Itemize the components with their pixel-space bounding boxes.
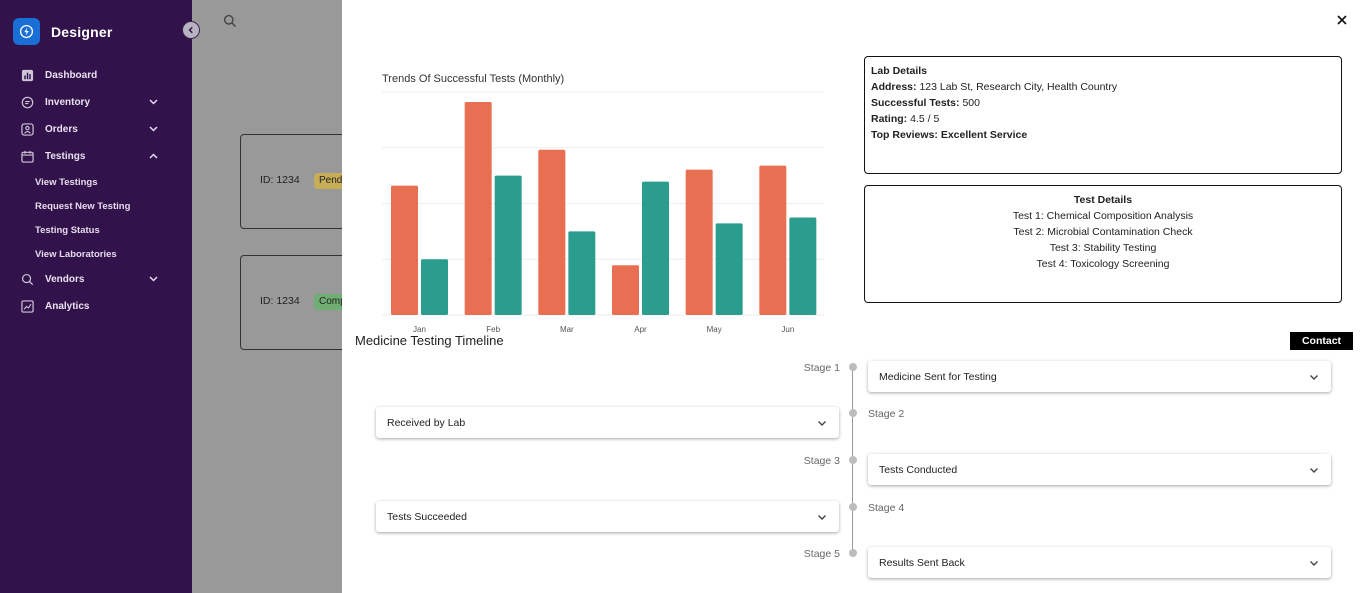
chart-bar — [391, 185, 418, 315]
test-item: Test 4: Toxicology Screening — [1036, 258, 1170, 270]
chevron-down-icon[interactable] — [817, 512, 827, 524]
chevron-down-icon[interactable] — [1309, 372, 1319, 384]
lab-address: Address: 123 Lab St, Research City, Heal… — [871, 81, 1118, 93]
sidebar-item-label: Vendors — [45, 274, 85, 285]
brand-name: Designer — [51, 23, 113, 40]
inventory-icon — [20, 96, 34, 110]
stage-title: Medicine Sent for Testing — [879, 370, 997, 383]
chevron-down-icon[interactable] — [817, 418, 827, 430]
lab-details-heading: Lab Details — [871, 65, 928, 77]
test-item: Test 3: Stability Testing — [1049, 242, 1157, 254]
sidebar-subitem-request-new-testing[interactable]: Request New Testing — [0, 194, 192, 218]
chart-bar — [685, 169, 713, 315]
chart-bar — [538, 149, 566, 315]
chart-title: Trends Of Successful Tests (Monthly) — [382, 73, 565, 85]
chart-bar — [494, 175, 522, 315]
stage-card-tests-conducted[interactable]: Tests Conducted — [868, 454, 1331, 485]
sidebar-item-label: Testings — [45, 151, 86, 162]
analytics-icon — [20, 300, 34, 314]
sidebar-item-testings[interactable]: Testings — [0, 143, 192, 170]
stage-label: Stage 5 — [803, 548, 840, 560]
sidebar-item-analytics[interactable]: Analytics — [0, 293, 192, 320]
card-id: ID: 1234 — [260, 295, 300, 307]
lab-rating: Rating: 4.5 / 5 — [871, 113, 940, 125]
chart-bar — [612, 265, 639, 315]
sidebar-item-inventory[interactable]: Inventory — [0, 89, 192, 116]
stage-title: Received by Lab — [387, 416, 466, 429]
sidebar-item-label: Dashboard — [45, 70, 98, 81]
testings-icon — [20, 150, 34, 164]
vendors-icon — [20, 273, 34, 287]
timeline-dot — [849, 409, 857, 417]
stage-card-results-sent-back[interactable]: Results Sent Back — [868, 547, 1331, 578]
stage-card-received-by-lab[interactable]: Received by Lab — [376, 407, 839, 438]
lab-successful-tests: Successful Tests: 500 — [871, 97, 980, 109]
sidebar-item-dashboard[interactable]: Dashboard — [0, 62, 192, 89]
stage-card-tests-succeeded[interactable]: Tests Succeeded — [376, 501, 839, 532]
stage-title: Tests Conducted — [879, 463, 958, 476]
stage-card-medicine-sent[interactable]: Medicine Sent for Testing — [868, 361, 1331, 392]
timeline-dot — [849, 363, 857, 371]
timeline-dot — [849, 456, 857, 464]
sidebar-item-vendors[interactable]: Vendors — [0, 266, 192, 293]
successful-tests-chart: Jan Feb Mar Apr May Jun — [382, 91, 824, 334]
contact-button[interactable]: Contact — [1290, 332, 1353, 350]
stage-label: Stage 2 — [868, 408, 905, 420]
lab-details-modal: Trends Of Successful Tests (Monthly) Jan… — [342, 0, 1365, 593]
orders-icon — [20, 123, 34, 137]
stage-title: Results Sent Back — [879, 556, 965, 569]
x-tick-label: Apr — [634, 325, 647, 334]
timeline-dot — [849, 549, 857, 557]
chevron-down-icon[interactable] — [1309, 465, 1319, 477]
stage-label: Stage 3 — [803, 455, 840, 467]
stage-label: Stage 1 — [803, 362, 840, 374]
search-icon[interactable] — [223, 14, 237, 33]
lab-top-reviews: Top Reviews: Excellent Service — [871, 129, 1028, 141]
sidebar-subitem-view-testings[interactable]: View Testings — [0, 170, 192, 194]
sidebar-item-orders[interactable]: Orders — [0, 116, 192, 143]
sidebar-item-label: Inventory — [45, 97, 91, 108]
chevron-up-icon[interactable] — [149, 151, 158, 162]
brand-logo-icon — [13, 18, 40, 45]
timeline-dot — [849, 503, 857, 511]
sidebar: Designer Dashboard Inventory Orders Test… — [0, 0, 192, 593]
chevron-down-icon[interactable] — [1309, 558, 1319, 570]
test-item: Test 1: Chemical Composition Analysis — [1012, 210, 1194, 222]
chart-bar — [715, 223, 743, 315]
sidebar-item-label: Analytics — [45, 301, 90, 312]
x-tick-label: Mar — [560, 325, 574, 334]
brand[interactable]: Designer — [13, 18, 113, 45]
chart-bar — [789, 217, 817, 315]
chart-bar — [464, 101, 492, 316]
chart-bar — [642, 181, 669, 315]
chevron-down-icon[interactable] — [149, 124, 158, 135]
chart-bar — [568, 231, 596, 315]
chart-bar — [421, 259, 448, 315]
sidebar-nav: Dashboard Inventory Orders Testings View… — [0, 62, 192, 320]
close-icon — [1337, 15, 1347, 25]
sidebar-item-label: Orders — [45, 124, 78, 135]
stage-title: Tests Succeeded — [387, 510, 467, 523]
dashboard-icon — [20, 69, 34, 83]
stage-label: Stage 4 — [868, 502, 905, 514]
test-details-heading: Test Details — [1073, 194, 1133, 206]
test-item: Test 2: Microbial Contamination Check — [1013, 226, 1193, 238]
chart-bar — [759, 165, 787, 315]
close-button[interactable] — [1335, 13, 1349, 27]
test-details-box: Test Details Test 1: Chemical Compositio… — [864, 185, 1342, 303]
sidebar-subitem-view-laboratories[interactable]: View Laboratories — [0, 242, 192, 266]
chevron-down-icon[interactable] — [149, 97, 158, 108]
sidebar-subitem-testing-status[interactable]: Testing Status — [0, 218, 192, 242]
card-id: ID: 1234 — [260, 174, 300, 186]
x-tick-label: May — [707, 325, 722, 334]
chevron-left-icon — [188, 26, 193, 34]
timeline-title: Medicine Testing Timeline — [355, 333, 504, 348]
sidebar-collapse-button[interactable] — [182, 21, 200, 39]
x-tick-label: Jun — [781, 325, 794, 334]
chevron-down-icon[interactable] — [149, 274, 158, 285]
lab-details-box: Lab Details Address: 123 Lab St, Researc… — [864, 56, 1342, 174]
